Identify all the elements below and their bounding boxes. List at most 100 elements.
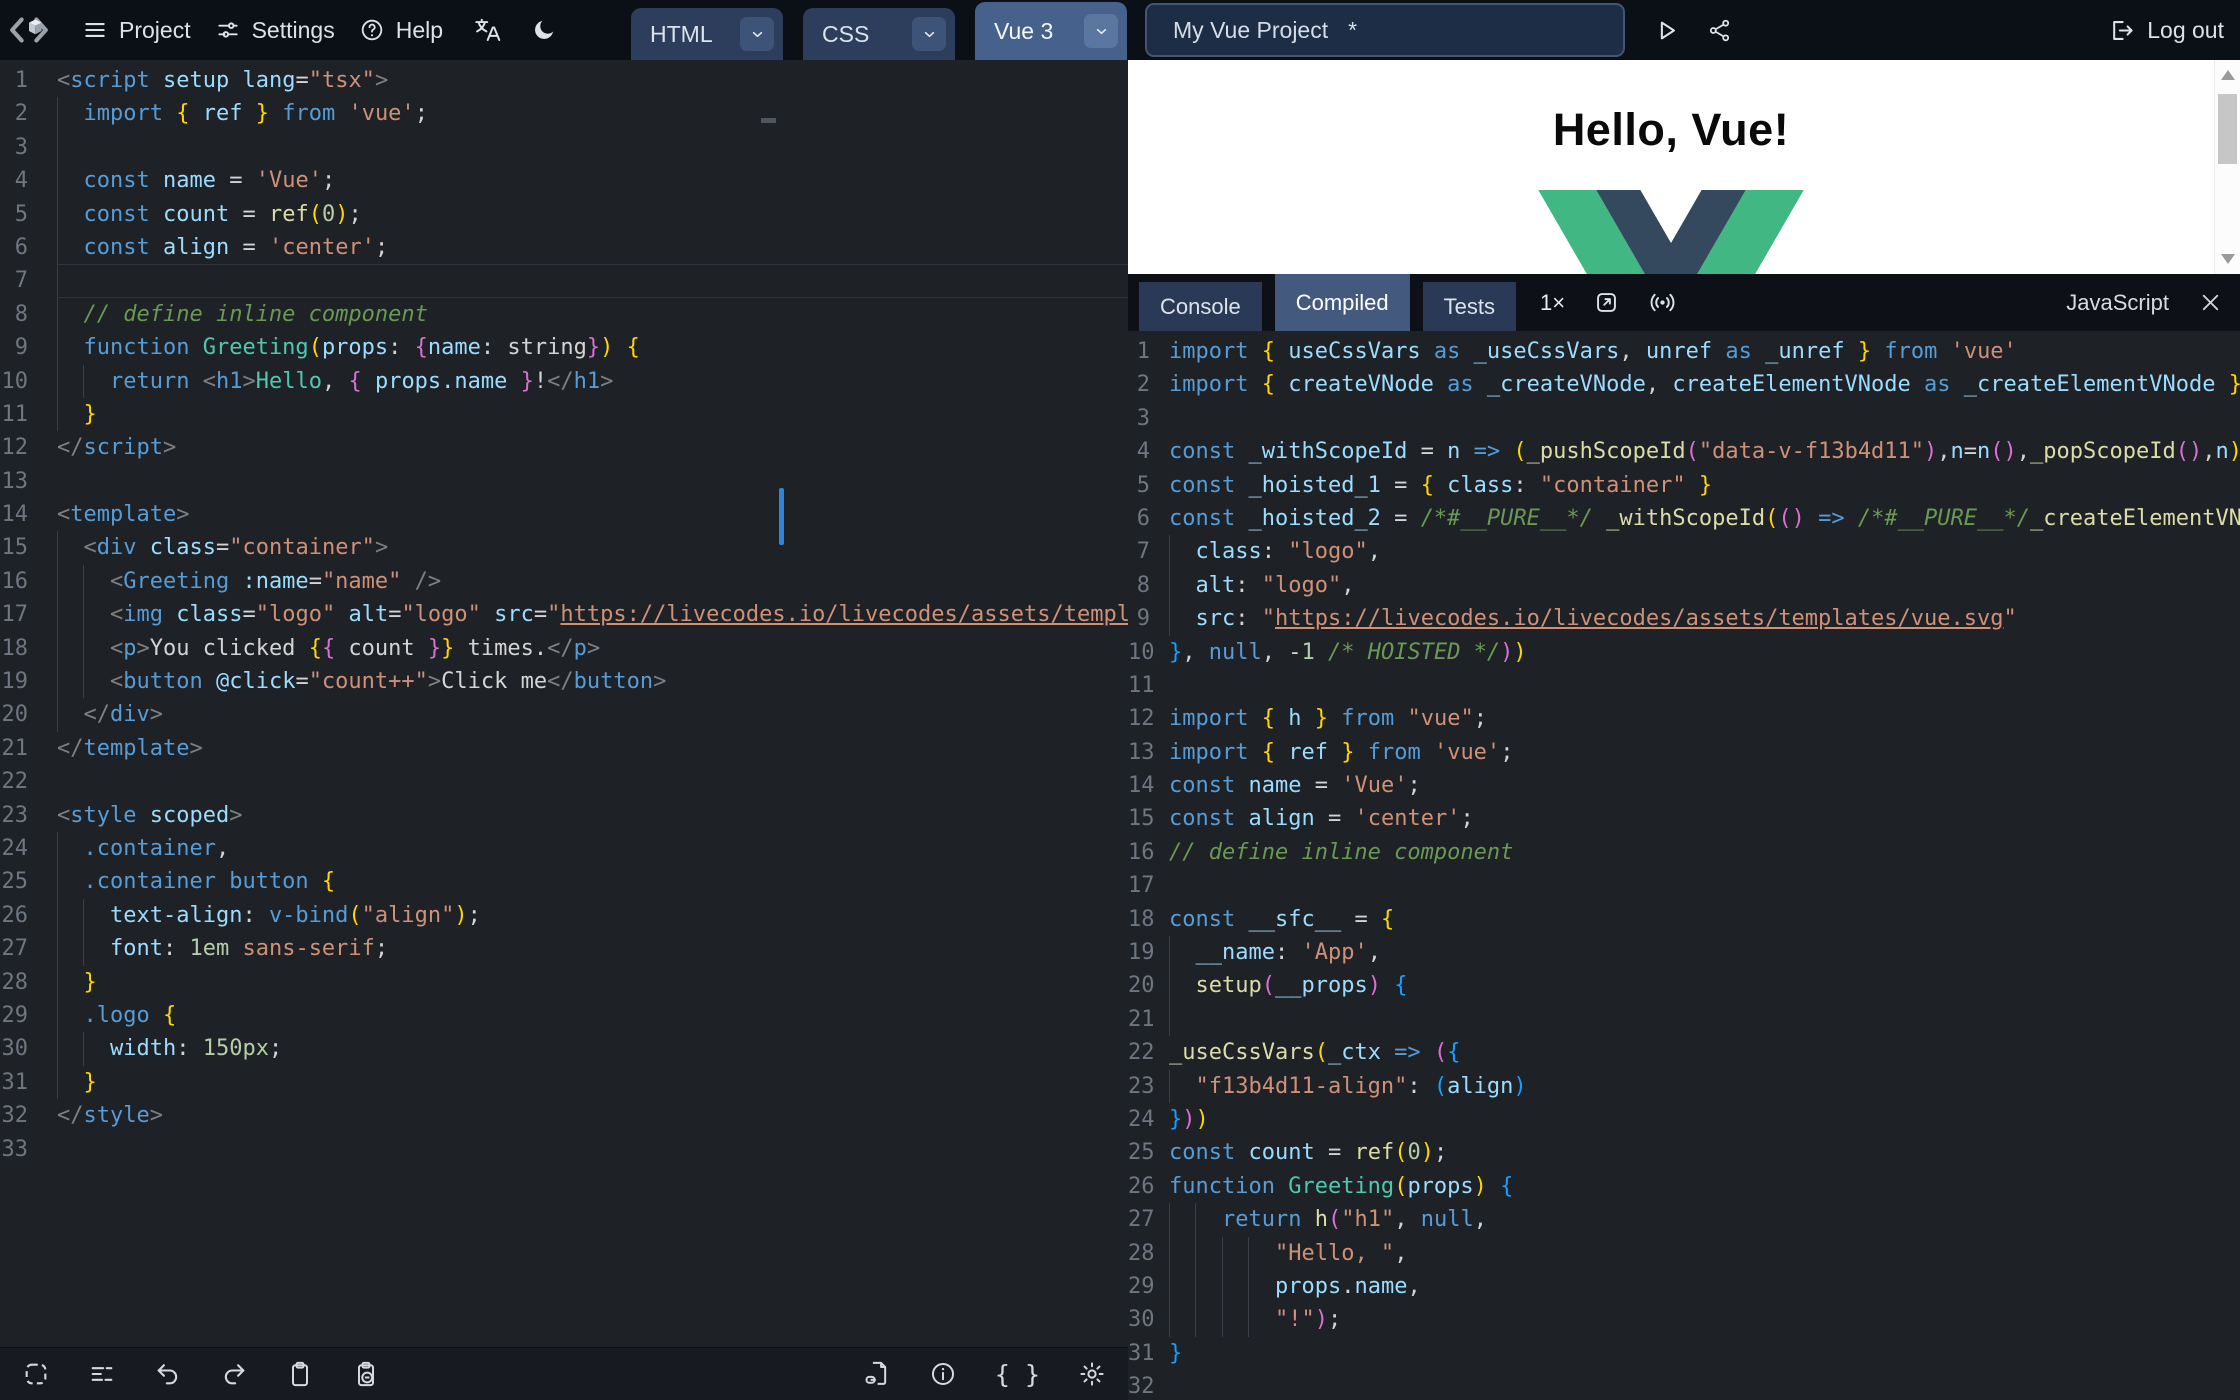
menu-settings[interactable]: Settings bbox=[215, 17, 335, 44]
line-number: 1 bbox=[1136, 339, 1150, 364]
line-number: 25 bbox=[1, 869, 29, 895]
indent-guide bbox=[83, 898, 85, 933]
indent-guide bbox=[1169, 1069, 1170, 1103]
run-button[interactable] bbox=[1651, 16, 1680, 45]
editor-info-button[interactable] bbox=[929, 1360, 957, 1388]
select-region-button[interactable] bbox=[22, 1360, 50, 1388]
code-line: 31 } bbox=[0, 1065, 1128, 1100]
line-number: 6 bbox=[14, 234, 28, 260]
line-number: 27 bbox=[1128, 1207, 1155, 1233]
format-code-button[interactable] bbox=[88, 1360, 116, 1388]
indent-guide bbox=[1169, 936, 1170, 970]
copy-code-button[interactable] bbox=[352, 1360, 380, 1388]
app-logo[interactable] bbox=[0, 0, 58, 60]
menu-help[interactable]: Help bbox=[359, 17, 443, 44]
hamburger-icon bbox=[85, 23, 105, 37]
line-number: 3 bbox=[14, 134, 28, 160]
indent-guide bbox=[1169, 1269, 1170, 1304]
indent-guide bbox=[57, 1032, 58, 1066]
line-number: 4 bbox=[1136, 439, 1150, 465]
redo-button[interactable] bbox=[220, 1360, 248, 1388]
project-title-text: My Vue Project bbox=[1173, 16, 1329, 43]
code-line: 12 import { h } from "vue"; bbox=[1128, 702, 2240, 735]
scroll-up-arrow[interactable] bbox=[2221, 70, 2235, 80]
indent-guide bbox=[1248, 1303, 1250, 1337]
line-number: 28 bbox=[1128, 1240, 1155, 1266]
indent-guide bbox=[83, 1032, 85, 1066]
app-toolbar: Project Settings Help HTML CSS Vue 3 My … bbox=[0, 0, 2240, 60]
console-tabs: Console Compiled Tests bbox=[1128, 274, 1517, 331]
console-zoom-button[interactable]: 1× bbox=[1540, 290, 1565, 316]
translate-button[interactable] bbox=[473, 16, 501, 44]
line-number: 30 bbox=[1, 1036, 29, 1062]
indent-guide bbox=[57, 831, 58, 866]
external-resources-button[interactable] bbox=[863, 1360, 891, 1388]
compiled-code-viewer[interactable]: 1 import { useCssVars as _useCssVars, unr… bbox=[1128, 331, 2240, 1400]
line-number: 8 bbox=[14, 301, 28, 327]
code-line: 33 bbox=[0, 1133, 1128, 1166]
broadcast-icon bbox=[1650, 293, 1675, 312]
logout-label: Log out bbox=[2147, 16, 2224, 43]
open-in-new-window-button[interactable] bbox=[1593, 289, 1620, 316]
line-number: 26 bbox=[1128, 1173, 1155, 1199]
code-line: 15 <div class="container"> bbox=[0, 531, 1128, 565]
indent-guide bbox=[1169, 1203, 1170, 1237]
project-title-button[interactable]: My Vue Project * bbox=[1145, 3, 1626, 57]
code-line: 21 bbox=[1128, 1002, 2240, 1037]
code-editor-pane: 1 <script setup lang="tsx"> 2 import { ref… bbox=[0, 60, 1128, 1400]
line-number: 31 bbox=[1, 1069, 29, 1095]
code-line: 11 } bbox=[0, 397, 1128, 432]
code-editor[interactable]: 1 <script setup lang="tsx"> 2 import { ref… bbox=[0, 60, 1129, 1347]
editor-settings-button[interactable] bbox=[1078, 1360, 1106, 1388]
code-line: 3 bbox=[1128, 402, 2240, 435]
translate-icon bbox=[475, 18, 501, 42]
indent-guide bbox=[57, 564, 58, 599]
scrollbar-thumb[interactable] bbox=[2218, 94, 2237, 164]
logout-button[interactable]: Log out bbox=[2108, 17, 2224, 44]
tab-tests[interactable]: Tests bbox=[1422, 282, 1517, 331]
vue3-dropdown-button[interactable] bbox=[1084, 14, 1119, 48]
line-number: 15 bbox=[1128, 806, 1155, 832]
share-button[interactable] bbox=[1706, 17, 1733, 44]
undo-button[interactable] bbox=[154, 1360, 182, 1388]
tab-html[interactable]: HTML bbox=[631, 8, 784, 60]
tab-script-vue3[interactable]: Vue 3 bbox=[975, 2, 1128, 60]
paste-button[interactable] bbox=[286, 1360, 314, 1388]
code-line: 25 .container button { bbox=[0, 865, 1128, 899]
tab-console[interactable]: Console bbox=[1139, 282, 1262, 331]
line-number: 32 bbox=[1128, 1374, 1155, 1400]
line-number: 10 bbox=[1, 368, 29, 394]
line-number: 15 bbox=[1, 535, 29, 561]
html-dropdown-button[interactable] bbox=[740, 17, 775, 51]
theme-toggle-button[interactable] bbox=[531, 17, 557, 43]
tab-css[interactable]: CSS bbox=[803, 8, 956, 60]
code-line: 13 bbox=[0, 465, 1128, 498]
scroll-down-arrow[interactable] bbox=[2221, 254, 2235, 264]
line-number: 33 bbox=[1, 1136, 29, 1162]
code-line: 29 props.name, bbox=[1128, 1269, 2240, 1304]
indent-guide bbox=[1221, 1303, 1223, 1337]
code-line: 23 "f13b4d11-align": (align) bbox=[1128, 1069, 2240, 1103]
menu-project[interactable]: Project bbox=[82, 17, 191, 44]
preview-scrollbar[interactable] bbox=[2214, 60, 2240, 274]
line-number: 11 bbox=[1, 401, 29, 427]
line-number: 6 bbox=[1136, 505, 1150, 531]
indent-guide bbox=[1195, 1303, 1197, 1337]
indent-guide bbox=[57, 698, 58, 732]
console-close-button[interactable] bbox=[2197, 289, 2224, 316]
css-dropdown-button[interactable] bbox=[912, 17, 947, 51]
code-line: 6 const align = 'center'; bbox=[0, 230, 1128, 265]
code-line: 19 <button @click="count++">Click me</bu… bbox=[0, 665, 1128, 699]
code-line: 32 bbox=[1128, 1370, 2240, 1400]
line-number: 18 bbox=[1128, 906, 1155, 932]
indent-guide bbox=[1221, 1269, 1223, 1304]
code-line: 18 <p>You clicked {{ count }} times.</p> bbox=[0, 631, 1128, 666]
tab-compiled[interactable]: Compiled bbox=[1274, 274, 1410, 331]
custom-settings-button[interactable]: { } bbox=[995, 1360, 1040, 1389]
line-number: 20 bbox=[1, 702, 29, 728]
line-number: 13 bbox=[1, 468, 29, 494]
indent-guide bbox=[57, 397, 58, 432]
broadcast-button[interactable] bbox=[1648, 288, 1677, 317]
indent-guide bbox=[1195, 1269, 1197, 1304]
line-number: 21 bbox=[1, 735, 29, 761]
